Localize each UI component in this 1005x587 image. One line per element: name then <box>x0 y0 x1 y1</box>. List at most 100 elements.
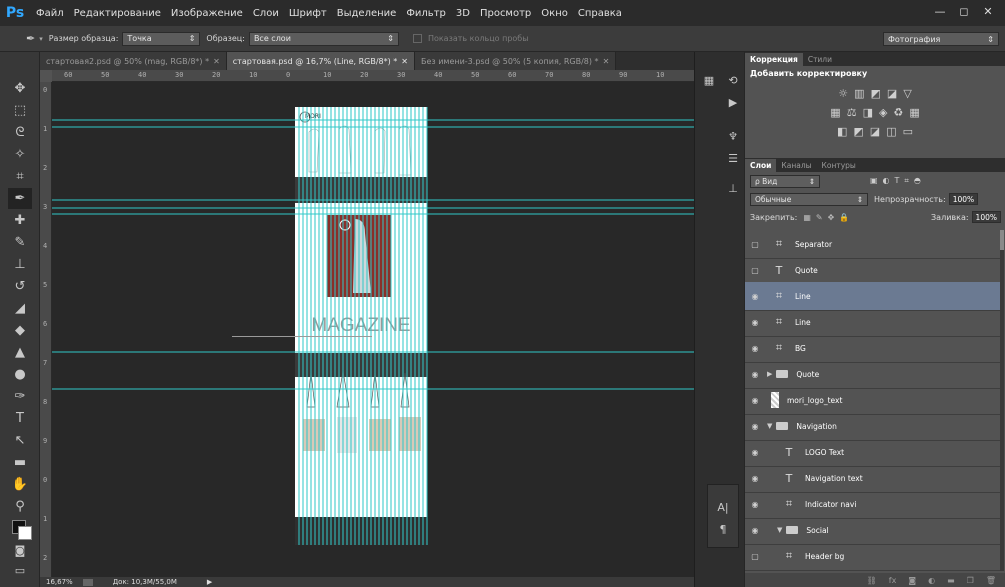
adjustment-icon[interactable]: ◨ <box>863 106 873 119</box>
screen-mode-icon[interactable]: ▭ <box>8 560 32 581</box>
history-brush-tool-icon[interactable]: ↺ <box>8 276 32 297</box>
opacity-input[interactable]: 100% <box>948 193 979 205</box>
tool-presets-icon[interactable]: ☰ <box>724 148 742 168</box>
move-tool-icon[interactable]: ✥ <box>8 78 32 99</box>
rectangle-tool-icon[interactable]: ▬ <box>8 452 32 473</box>
adjustment-icon[interactable]: ♻ <box>893 106 903 119</box>
layer-row[interactable]: ◉ ▼ Social <box>745 516 1000 545</box>
adjustment-icon[interactable]: ◪ <box>870 125 880 138</box>
fx-icon[interactable]: fx <box>889 576 897 585</box>
show-ring-checkbox[interactable] <box>412 34 422 43</box>
sample-select[interactable]: Все слои ⇕ <box>248 31 399 46</box>
hand-tool-icon[interactable]: ✋ <box>8 474 32 495</box>
lock-icons[interactable]: ▦✎✥🔒 <box>803 213 854 222</box>
menu-item-2[interactable]: Изображение <box>171 8 243 19</box>
quick-mask-icon[interactable]: ◙ <box>8 540 32 561</box>
eye-icon[interactable]: ◉ <box>745 344 765 353</box>
layer-row[interactable]: ◉ ⌗ Line <box>745 282 1000 311</box>
vertical-ruler[interactable]: 0 1 2 3 4 5 6 7 8 9 0 1 2 <box>40 82 52 577</box>
stamp-tool-icon[interactable]: ⊥ <box>8 254 32 275</box>
blend-mode-select[interactable]: Обычные ⇕ <box>750 192 868 206</box>
adjustment-icon[interactable]: ◩ <box>871 87 881 100</box>
tab-channels[interactable]: Каналы <box>776 159 816 172</box>
new-group-icon[interactable]: ▬ <box>947 576 955 585</box>
zoom-tool-icon[interactable]: ⚲ <box>8 496 32 517</box>
tab-adjustments[interactable]: Коррекция <box>745 53 803 66</box>
layers-scrollbar-thumb[interactable] <box>1000 230 1004 250</box>
new-layer-icon[interactable]: ❐ <box>967 576 974 585</box>
menu-item-5[interactable]: Выделение <box>337 8 397 19</box>
layer-filter-select[interactable]: ρ Вид ⇕ <box>750 174 820 188</box>
path-select-tool-icon[interactable]: ↖ <box>8 430 32 451</box>
adjustment-icon[interactable]: ◧ <box>837 125 847 138</box>
layer-row[interactable]: ◉ ▼ Navigation <box>745 412 1000 441</box>
layer-row[interactable]: ◉ mori_logo_text <box>745 386 1000 415</box>
actions-play-icon[interactable]: ▶ <box>724 92 742 112</box>
restore-button[interactable]: ◻ <box>953 3 975 19</box>
adjustment-icon[interactable]: ▭ <box>903 125 913 138</box>
trash-icon[interactable]: 🗑 <box>986 576 996 585</box>
eye-icon[interactable]: ◉ <box>745 396 765 405</box>
adjustment-icon[interactable]: ◫ <box>886 125 896 138</box>
adjustment-icon[interactable]: ◪ <box>887 87 897 100</box>
close-icon[interactable]: ✕ <box>603 57 610 66</box>
layer-row[interactable]: ◉ ▶ Quote <box>745 360 1000 389</box>
tab-paths[interactable]: Контуры <box>817 159 861 172</box>
marquee-tool-icon[interactable]: ⬚ <box>8 100 32 121</box>
layer-row[interactable]: ◉ ⌗ BG <box>745 334 1000 363</box>
menu-item-10[interactable]: Справка <box>578 8 622 19</box>
eye-icon[interactable]: ◉ <box>745 474 765 483</box>
layer-row[interactable]: ◉ T LOGO Text <box>745 438 1000 467</box>
workspace-select[interactable]: Фотография ⇕ <box>883 32 999 46</box>
magic-wand-tool-icon[interactable]: ✧ <box>8 144 32 165</box>
adjustment-icon[interactable]: ▥ <box>854 87 864 100</box>
eye-icon[interactable]: ◉ <box>745 500 765 509</box>
crop-tool-icon[interactable]: ⌗ <box>8 166 32 187</box>
pen-tool-icon[interactable]: ✑ <box>8 386 32 407</box>
layer-row[interactable]: ◉ ⌗ Indicator navi <box>745 490 1000 519</box>
healing-tool-icon[interactable]: ✚ <box>8 210 32 231</box>
link-layers-icon[interactable]: ⛓ <box>867 576 877 585</box>
zoom-level[interactable]: 16,67% <box>46 578 73 586</box>
status-menu-arrow-icon[interactable]: ▶ <box>207 578 212 586</box>
close-button[interactable]: ✕ <box>977 3 999 19</box>
adjustment-icon[interactable]: ⚖ <box>847 106 857 119</box>
tool-preset-chevron-icon[interactable]: ▾ <box>39 35 43 43</box>
bucket-tool-icon[interactable]: ◆ <box>8 320 32 341</box>
fill-input[interactable]: 100% <box>971 211 1001 223</box>
eye-icon[interactable]: ◉ <box>745 318 765 327</box>
background-color-swatch[interactable] <box>18 526 32 540</box>
brush-tool-icon[interactable]: ✎ <box>8 232 32 253</box>
menu-item-0[interactable]: Файл <box>36 8 64 19</box>
chevron-down-icon[interactable]: ▼ <box>777 526 782 534</box>
menu-item-1[interactable]: Редактирование <box>74 8 161 19</box>
layer-row[interactable]: ◉ T Navigation text <box>745 464 1000 493</box>
lasso-tool-icon[interactable]: ᘓ <box>8 122 32 143</box>
chevron-down-icon[interactable]: ▼ <box>767 422 772 430</box>
adjustment-icon[interactable]: ☼ <box>838 87 848 100</box>
tab-document-3[interactable]: Без имени-3.psd @ 50% (5 копия, RGB/8) *… <box>415 52 617 70</box>
close-icon[interactable]: ✕ <box>401 57 408 66</box>
eye-icon[interactable]: ◉ <box>745 422 765 431</box>
menu-item-7[interactable]: 3D <box>456 8 470 19</box>
paragraph-icon[interactable]: ¶ <box>714 519 732 539</box>
menu-item-4[interactable]: Шрифт <box>289 8 327 19</box>
menu-item-3[interactable]: Слои <box>253 8 279 19</box>
minimize-button[interactable]: — <box>929 3 951 19</box>
eyedropper-icon[interactable]: ✒ <box>26 32 35 45</box>
adjustment-icon[interactable]: ▽ <box>903 87 911 100</box>
sample-size-select[interactable]: Точка ⇕ <box>122 31 201 46</box>
eraser-tool-icon[interactable]: ◢ <box>8 298 32 319</box>
layer-row[interactable]: ◉ ⌗ Line <box>745 308 1000 337</box>
character-icon[interactable]: A| <box>714 497 732 517</box>
adjustment-layer-icon[interactable]: ◐ <box>928 576 935 585</box>
swatches-icon[interactable]: ▦ <box>700 70 718 90</box>
filter-type-icons[interactable]: ▣◐T⌗◓ <box>870 176 926 186</box>
tab-styles[interactable]: Стили <box>803 53 837 66</box>
adjustment-icon[interactable]: ◩ <box>853 125 863 138</box>
adjustment-icon[interactable]: ▦ <box>830 106 840 119</box>
menu-item-9[interactable]: Окно <box>541 8 568 19</box>
tab-layers[interactable]: Слои <box>745 159 777 172</box>
close-icon[interactable]: ✕ <box>213 57 220 66</box>
eye-icon[interactable]: ◉ <box>745 448 765 457</box>
